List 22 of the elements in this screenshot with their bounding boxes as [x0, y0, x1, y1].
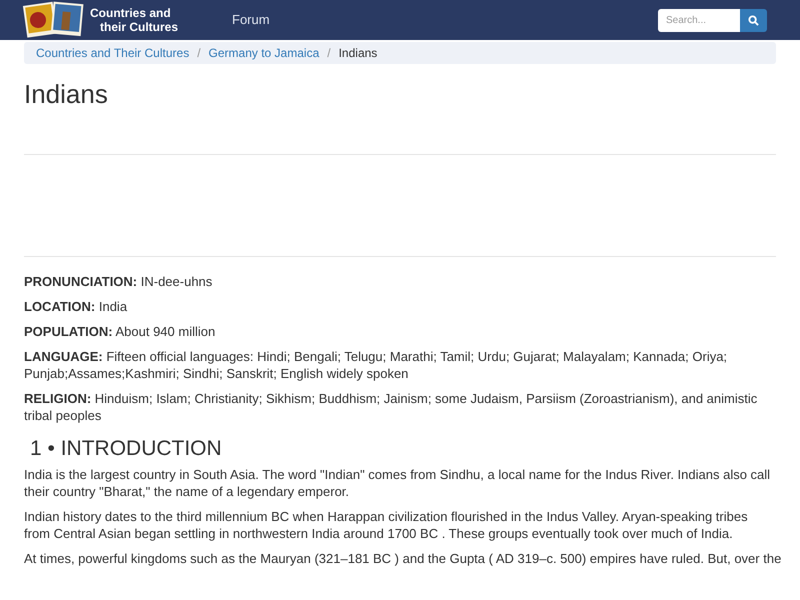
- fact-line: LANGUAGE: Fifteen official languages: Hindi; Bengali; Telugu; Marathi; Tamil; Urdu; Gujarat; Malayalam; Kannada; Oriya; Punjab;Assames;Kashmiri; Sindhi; Sanskrit; English widely spoken: [24, 348, 728, 382]
- paragraph: Indian history dates to the third millennium BC when Harappan civilization flourished in the Indus Valley. Aryan-speaking tribes from Central Asian began settling in northwestern India around 1700 BC . These groups eventually took over much of India.: [24, 508, 749, 542]
- nav-link[interactable]: Forum: [232, 10, 270, 30]
- breadcrumb-link[interactable]: Germany to Jamaica: [208, 44, 320, 62]
- page-title: Indians: [24, 78, 109, 110]
- logo-text[interactable]: Countries and: [90, 6, 178, 20]
- breadcrumb-separator: /: [196, 45, 202, 62]
- breadcrumb-link[interactable]: Countries and Their Cultures: [36, 44, 190, 62]
- search-field[interactable]: Search...: [658, 8, 740, 32]
- paragraph: India is the largest country in South Asia. The word "Indian" comes from Sindhu, a local name for the Indus River. Indians also call their country "Bharat," the name of a legendary emperor.: [24, 466, 772, 500]
- logo-text[interactable]: their Cultures: [90, 20, 178, 34]
- paragraph: At times, powerful kingdoms such as the Mauryan (321–181 BC ) and the Gupta ( AD 319–c. 500) empires have ruled. But, over the: [24, 550, 782, 567]
- logo-photos-icon[interactable]: [22, 0, 86, 40]
- fact-line: POPULATION: About 940 million: [24, 323, 216, 340]
- search-button[interactable]: [740, 8, 767, 32]
- section-heading: 1 • INTRODUCTION: [30, 436, 223, 462]
- breadcrumb-separator: /: [326, 45, 332, 62]
- fact-line: RELIGION: Hinduism; Islam; Christianity; Sikhism; Buddhism; Jainism; some Judaism, Parsiism (Zoroastrianism), and animistic tribal peoples: [24, 390, 758, 424]
- fact-line: LOCATION: India: [24, 298, 128, 315]
- breadcrumb-current: Indians: [338, 45, 378, 62]
- fact-line: PRONUNCIATION: IN-dee-uhns: [24, 273, 214, 290]
- search-icon: [748, 14, 759, 26]
